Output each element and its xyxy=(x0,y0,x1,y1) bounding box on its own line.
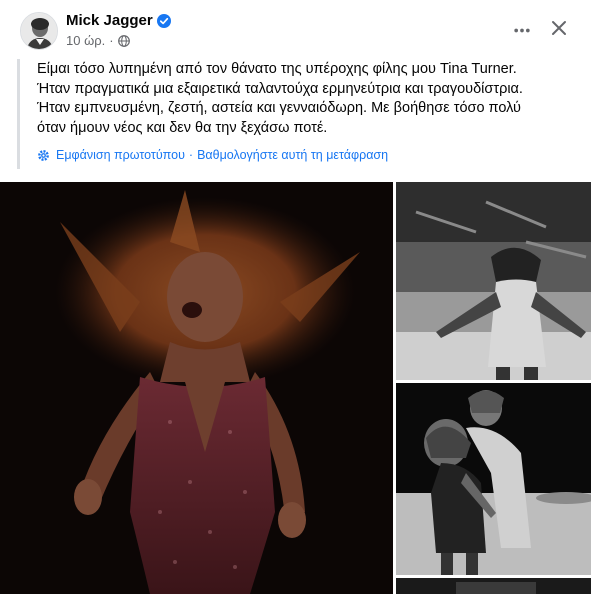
meta-separator: · xyxy=(109,33,114,48)
post-time[interactable]: 10 ώρ. xyxy=(66,33,105,48)
translate-separator: · xyxy=(188,148,194,162)
more-horizontal-icon xyxy=(514,28,530,32)
verified-badge-icon xyxy=(156,13,171,28)
globe-icon[interactable] xyxy=(117,34,130,47)
post-text: Είμαι τόσο λυπημένη από τον θάνατο της υ… xyxy=(37,61,523,136)
close-icon xyxy=(552,21,566,35)
translation-row: Εμφάνιση πρωτοτύπου · Βαθμολογήστε αυτή … xyxy=(37,148,388,162)
author-name-label[interactable]: Mick Jagger xyxy=(66,12,153,29)
close-button[interactable] xyxy=(545,14,573,42)
avatar[interactable] xyxy=(20,12,58,50)
photo-3[interactable] xyxy=(396,383,591,575)
more-options-button[interactable] xyxy=(508,16,536,44)
photo-4[interactable] xyxy=(396,578,591,594)
photo-2[interactable] xyxy=(396,182,591,380)
photo-1[interactable] xyxy=(0,182,393,594)
quote-bar xyxy=(17,59,20,169)
gear-icon xyxy=(38,149,49,161)
photo-grid xyxy=(0,182,591,594)
author-name[interactable]: Mick Jagger xyxy=(66,12,171,29)
post-meta: 10 ώρ. · xyxy=(66,33,130,48)
rate-translation-link[interactable]: Βαθμολογήστε αυτή τη μετάφραση xyxy=(197,148,388,162)
show-original-link[interactable]: Εμφάνιση πρωτοτύπου xyxy=(56,148,185,162)
post-header: Mick Jagger 10 ώρ. · xyxy=(0,0,591,54)
